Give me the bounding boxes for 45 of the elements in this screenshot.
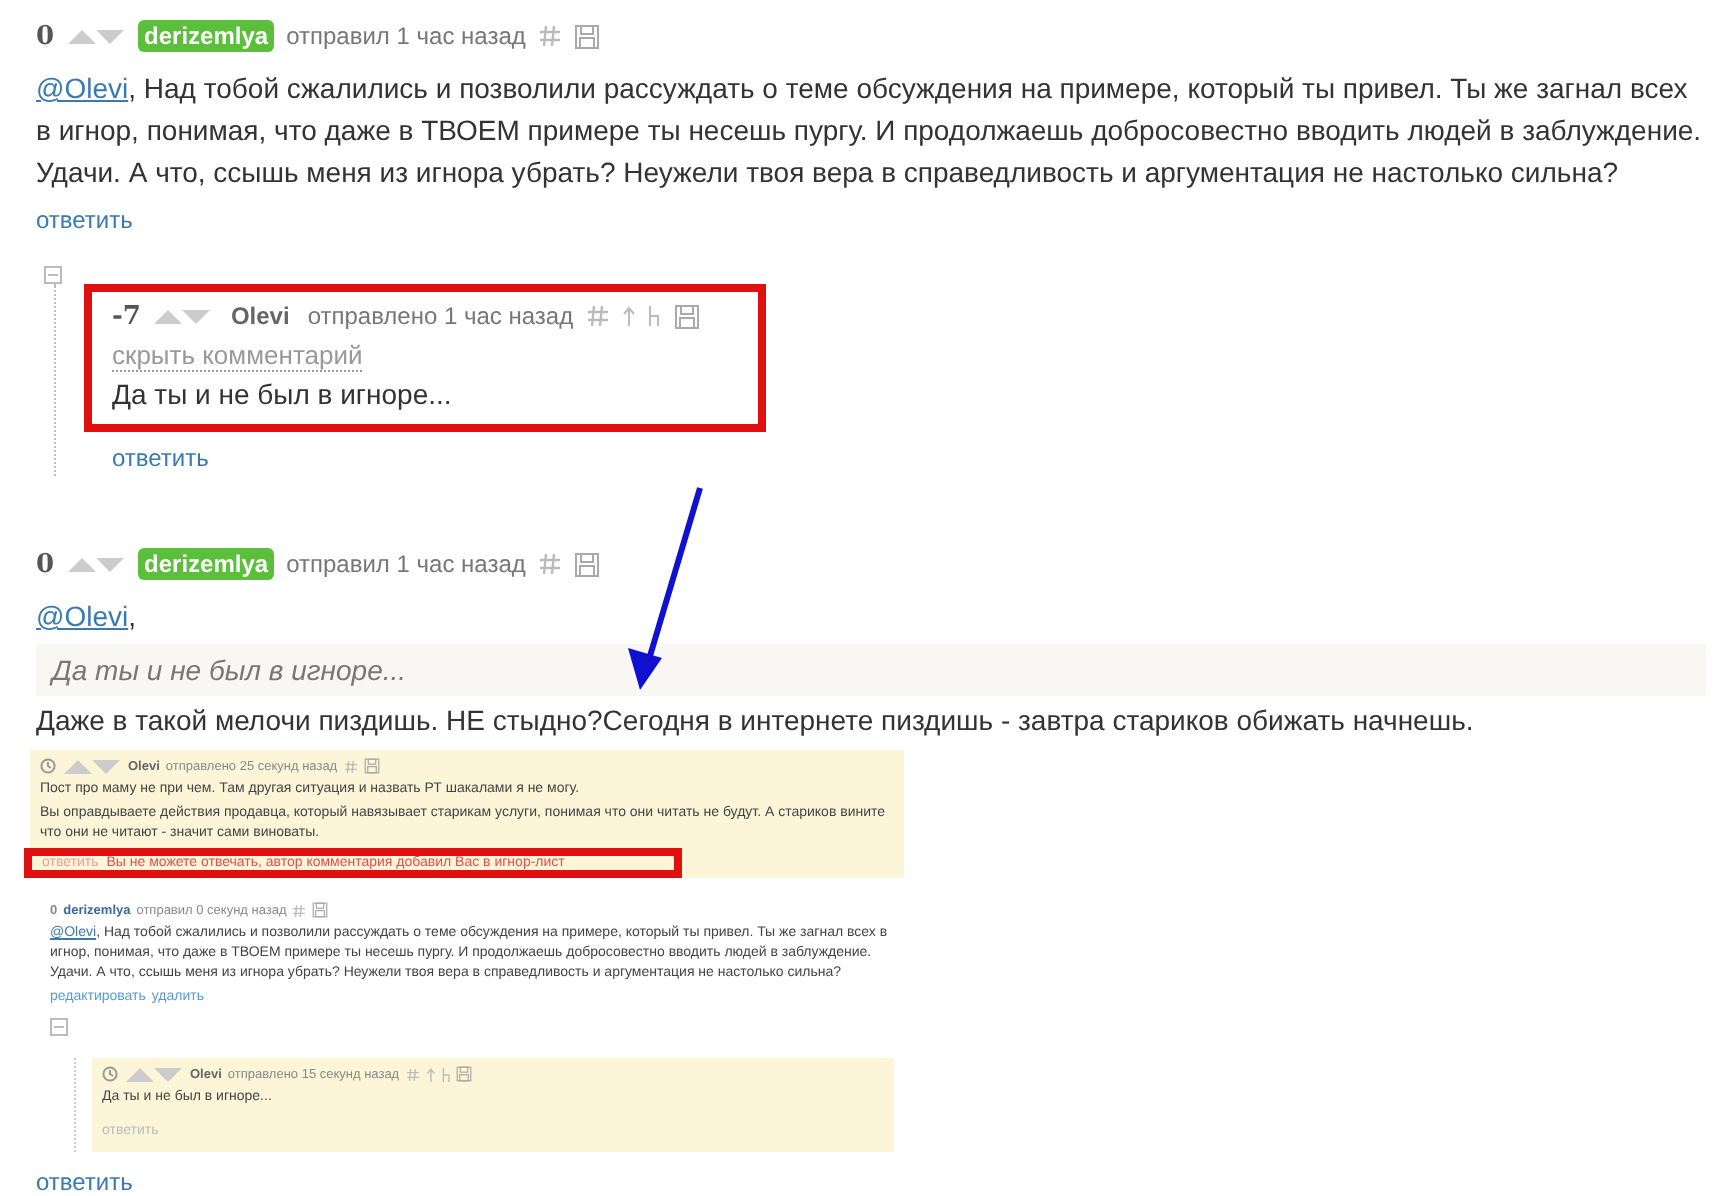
- comment-author[interactable]: derizemlya: [138, 20, 275, 52]
- clock-icon: [40, 758, 56, 774]
- hash-icon[interactable]: [405, 1067, 420, 1081]
- floppy-icon[interactable]: [573, 23, 600, 49]
- quote-block: Да ты и не был в игноре...: [36, 644, 1706, 696]
- hash-icon[interactable]: [343, 759, 358, 773]
- up-arrow-icon[interactable]: [621, 306, 636, 326]
- comment-text: Да ты и не был в игноре...: [112, 376, 454, 414]
- comment-time: отправил 1 час назад: [286, 22, 526, 50]
- up-arrow-icon[interactable]: [425, 1067, 435, 1081]
- vote-arrows-icon[interactable]: [62, 756, 122, 776]
- comment-time: отправил 1 час назад: [286, 550, 526, 578]
- reply-link[interactable]: ответить: [112, 444, 209, 472]
- comment-time: отправлено 1 час назад: [307, 302, 574, 330]
- clock-icon: [102, 1066, 118, 1082]
- branch-icon[interactable]: [647, 306, 662, 326]
- mention-link[interactable]: @Olevi: [36, 72, 129, 104]
- mention-link[interactable]: @Olevi: [36, 600, 129, 632]
- floppy-icon[interactable]: [363, 758, 380, 774]
- collapse-icon[interactable]: [50, 1018, 68, 1036]
- comment-score: 0: [36, 21, 55, 51]
- comment-author[interactable]: Olevi: [224, 300, 296, 332]
- reply-link[interactable]: ответить: [36, 1168, 133, 1196]
- hash-icon[interactable]: [292, 903, 307, 917]
- comment-author[interactable]: derizemlya: [138, 548, 275, 580]
- reply-link[interactable]: ответить: [36, 206, 133, 234]
- floppy-icon[interactable]: [573, 551, 600, 577]
- floppy-icon[interactable]: [456, 1066, 473, 1082]
- comment-text: @Olevi,: [36, 598, 138, 636]
- comment-score: -7: [112, 301, 141, 331]
- branch-icon[interactable]: [441, 1067, 451, 1081]
- hash-icon[interactable]: [537, 552, 562, 576]
- comment-text: Даже в такой мелочи пиздишь. НЕ стыдно?Сегодня в интернете пиздишь - завтра стариков обижать начнешь.: [36, 702, 1476, 740]
- floppy-icon[interactable]: [312, 902, 329, 918]
- hash-icon[interactable]: [537, 24, 562, 48]
- comment-score: 0: [36, 549, 55, 579]
- vote-arrows-icon[interactable]: [66, 26, 127, 46]
- hash-icon[interactable]: [585, 304, 610, 328]
- vote-arrows-icon[interactable]: [152, 306, 213, 326]
- floppy-icon[interactable]: [673, 303, 700, 329]
- collapse-icon[interactable]: [44, 266, 62, 284]
- hide-comment-link[interactable]: скрыть комментарий: [112, 340, 363, 372]
- vote-arrows-icon[interactable]: [124, 1064, 184, 1084]
- comment-text: @Olevi, Над тобой сжалились и позволили рассуждать о теме обсуждения на примере, который ты привел. Ты же загнал всех в игнор, понимая, что даже в ТВОЕМ примере ты несешь пургу. И продолжаешь добросовестно вводить людей в заблуждение. Удачи. А что, ссышь меня из игнора убрать? Неужели твоя вера в справедливость и аргументация не настолько сильна?: [36, 70, 1704, 192]
- vote-arrows-icon[interactable]: [66, 554, 127, 574]
